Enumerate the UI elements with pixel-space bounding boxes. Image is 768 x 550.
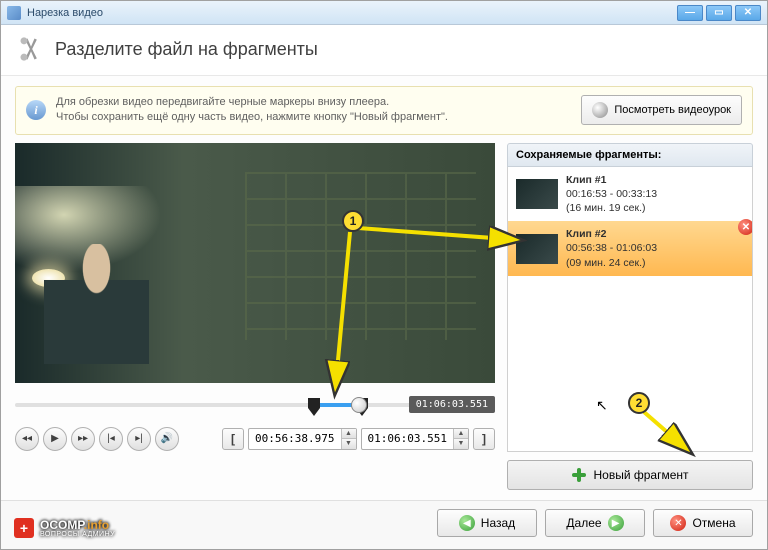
start-time-input[interactable]: 00:56:38.975 ▲▼ (248, 428, 356, 450)
volume-button[interactable]: 🔊 (155, 427, 179, 451)
timeline[interactable]: 01:06:03.551 (15, 393, 495, 421)
fragment-range: 00:56:38 - 01:06:03 (566, 241, 657, 255)
titlebar: Нарезка видео — ▭ ✕ (1, 1, 767, 25)
scissors-icon (17, 35, 45, 63)
back-button[interactable]: ◀ Назад (437, 509, 537, 537)
fragment-range: 00:16:53 - 00:33:13 (566, 187, 657, 201)
close-button[interactable]: ✕ (735, 5, 761, 21)
play-button[interactable]: ▶ (43, 427, 67, 451)
minimize-button[interactable]: — (677, 5, 703, 21)
page-header: Разделите файл на фрагменты (1, 25, 767, 76)
info-icon: i (26, 100, 46, 120)
end-time-down[interactable]: ▼ (454, 439, 468, 449)
arrow-right-icon: ▶ (608, 515, 624, 531)
cancel-button[interactable]: ✕ Отмена (653, 509, 753, 537)
fragment-item[interactable]: Клип #1 00:16:53 - 00:33:13 (16 мин. 19 … (508, 167, 752, 222)
delete-fragment-button[interactable]: ✕ (738, 219, 753, 235)
next-frame-button[interactable]: ▸▸ (71, 427, 95, 451)
start-time-down[interactable]: ▼ (342, 439, 356, 449)
fragments-list: Клип #1 00:16:53 - 00:33:13 (16 мин. 19 … (507, 167, 753, 452)
start-marker[interactable] (308, 398, 320, 416)
step-back-button[interactable]: |◂ (99, 427, 123, 451)
fragments-header: Сохраняемые фрагменты: (507, 143, 753, 167)
plus-icon (571, 467, 587, 483)
fragment-duration: (16 мин. 19 сек.) (566, 201, 657, 215)
playhead[interactable] (351, 397, 367, 413)
window-title: Нарезка видео (27, 7, 674, 19)
app-icon (7, 6, 21, 20)
maximize-button[interactable]: ▭ (706, 5, 732, 21)
info-bar: i Для обрезки видео передвигайте черные … (15, 86, 753, 135)
fragment-duration: (09 мин. 24 сек.) (566, 256, 657, 270)
watermark-badge: + (14, 518, 34, 538)
video-tutorial-button[interactable]: Посмотреть видеоурок (581, 95, 742, 125)
step-forward-button[interactable]: ▸| (127, 427, 151, 451)
start-time-up[interactable]: ▲ (342, 429, 356, 439)
video-preview[interactable] (15, 143, 495, 383)
set-start-button[interactable]: [ (222, 428, 244, 450)
watermark: + OCOMP.info ВОПРОСЫ АДМИНУ (14, 518, 115, 538)
cursor-icon: ↖ (596, 397, 608, 414)
fragment-name: Клип #1 (566, 173, 657, 187)
end-time-input[interactable]: 01:06:03.551 ▲▼ (361, 428, 469, 450)
camera-icon (592, 102, 608, 118)
arrow-left-icon: ◀ (459, 515, 475, 531)
page-title: Разделите файл на фрагменты (55, 39, 318, 60)
new-fragment-button[interactable]: Новый фрагмент (507, 460, 753, 490)
fragment-thumbnail (516, 234, 558, 264)
fragment-thumbnail (516, 179, 558, 209)
next-button[interactable]: Далее ▶ (545, 509, 645, 537)
fragment-name: Клип #2 (566, 227, 657, 241)
cancel-icon: ✕ (670, 515, 686, 531)
info-text: Для обрезки видео передвигайте черные ма… (56, 95, 571, 126)
end-time-up[interactable]: ▲ (454, 429, 468, 439)
fragment-item[interactable]: Клип #2 00:56:38 - 01:06:03 (09 мин. 24 … (508, 221, 752, 276)
current-time-badge: 01:06:03.551 (409, 396, 495, 413)
set-end-button[interactable]: ] (473, 428, 495, 450)
prev-frame-button[interactable]: ◂◂ (15, 427, 39, 451)
